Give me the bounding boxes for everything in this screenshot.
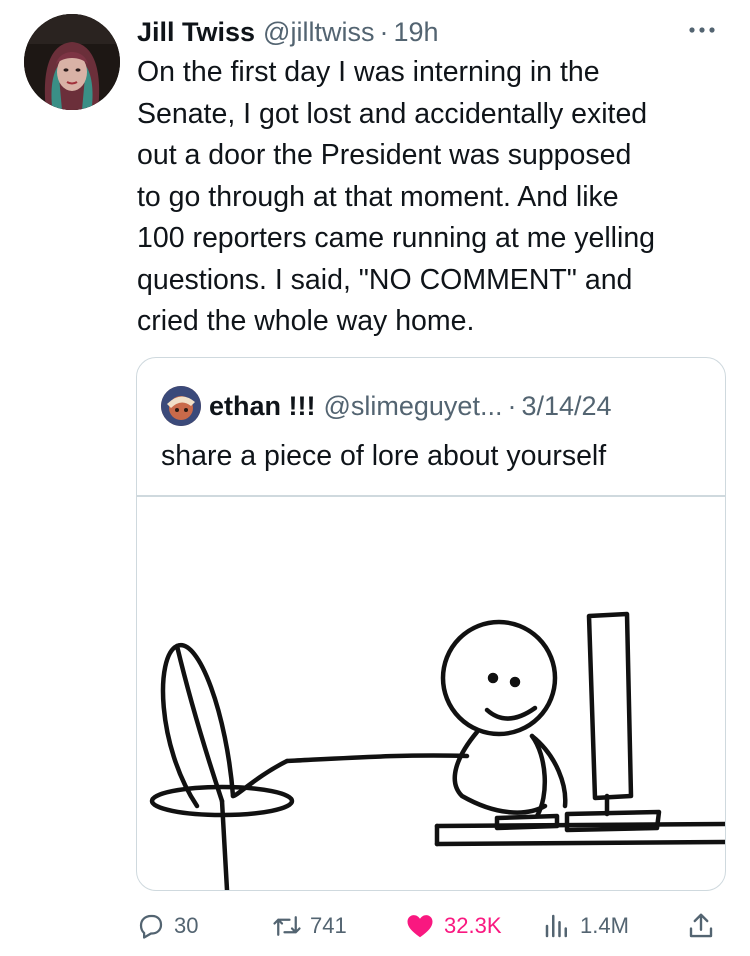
tweet-text: On the first day I was interning in the … [137, 56, 656, 337]
repost-count: 741 [310, 913, 347, 938]
author-name[interactable]: Jill Twiss [137, 17, 255, 48]
like-icon [407, 915, 433, 938]
like-button[interactable]: 32.3K [404, 904, 502, 948]
reply-button[interactable]: 30 [136, 904, 198, 948]
repost-icon [273, 916, 301, 936]
views-button[interactable]: 1.4M [542, 904, 629, 948]
action-bar: 30 741 32.3K 1.4M [136, 904, 726, 948]
quoted-separator-dot: · [507, 390, 517, 421]
reply-icon [139, 914, 163, 939]
quoted-author-avatar [161, 386, 201, 426]
stick-figure-drawing[interactable] [137, 496, 725, 890]
author-avatar[interactable] [24, 14, 120, 110]
quoted-author-handle: @slimeguyet... [323, 390, 503, 421]
quoted-tweet-header: ethan !!! @slimeguyet... · 3/14/24 [161, 386, 612, 426]
more-icon[interactable] [682, 10, 722, 50]
share-button[interactable] [686, 904, 716, 948]
tweet-time[interactable]: 19h [393, 17, 438, 48]
author-handle[interactable]: @jilltwiss [263, 17, 374, 48]
quoted-tweet[interactable]: ethan !!! @slimeguyet... · 3/14/24 share… [136, 357, 726, 891]
tweet-header: Jill Twiss @jilltwiss · 19h [137, 12, 730, 52]
like-count: 32.3K [444, 913, 502, 938]
quoted-author-name: ethan !!! [209, 390, 316, 421]
reply-count: 30 [174, 913, 199, 938]
share-icon [689, 913, 713, 938]
views-icon [545, 914, 567, 938]
author-avatar-image [24, 14, 120, 110]
quoted-tweet-text: share a piece of lore about yourself [161, 440, 607, 472]
quoted-tweet-date: 3/14/24 [521, 390, 612, 421]
separator-dot: · [379, 16, 389, 47]
views-count: 1.4M [580, 913, 629, 938]
repost-button[interactable]: 741 [272, 904, 347, 948]
